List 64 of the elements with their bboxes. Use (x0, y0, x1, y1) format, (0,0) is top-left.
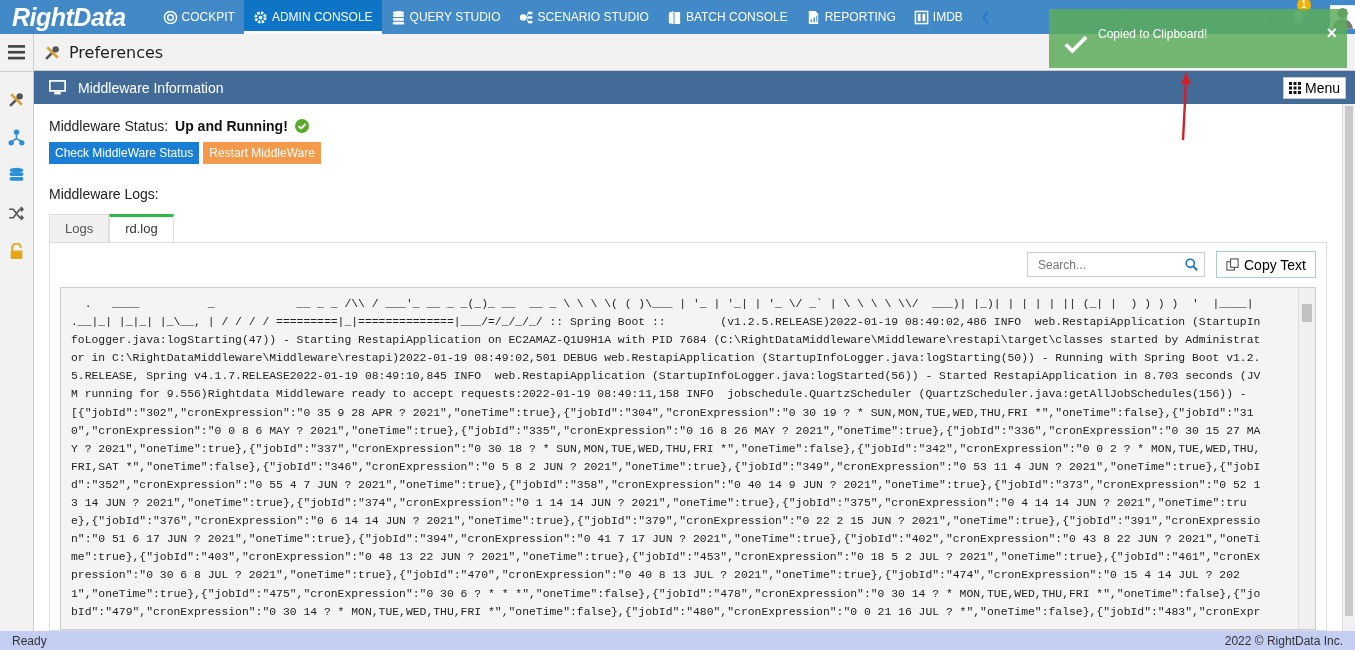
nav-tab[interactable]: IMDB (904, 0, 972, 34)
close-button[interactable]: × (1326, 23, 1337, 44)
radar-icon (162, 9, 178, 25)
log-line: FRI,SAT *","oneTime":false},{"jobId":"346","cronExpression":"0 5 8 2 JUN ? 2021","oneTime":true},{"jobId":"349","cronExpression":"0 53 11 4 JUN ? 2021","oneTime":true},{"jobI (71, 459, 1262, 475)
nav-tab[interactable]: BATCH CONSOLE (657, 0, 797, 34)
grid-icon (1288, 81, 1301, 94)
shuffle-icon[interactable] (8, 205, 25, 222)
nav-tab[interactable]: COCKPIT (153, 0, 244, 34)
status-label: Middleware Status: (49, 118, 169, 134)
log-line: 1","oneTime":true},{"jobId":"475","cronExpression":"0 30 6 ? * * *","oneTime":false},{"jobId":"478","cronExpression":"0 30 14 ? * MON,TUE,WED,THU,FRI *","oneTime":false},{"jo (71, 586, 1262, 602)
log-line: . ____ _ __ _ _ /\\ / ___'_ __ _ _(_)_ __ __ _ \ \ \ \( ( )\___ | '_ | '_| | '_ \/ _` | \ \ \ \ \\/ ___)| |_)| | | | | || (_| | ) ) ) ) ' |____| (83, 297, 1255, 312)
menu-icon[interactable] (8, 44, 25, 61)
action-button[interactable]: Restart MiddleWare (203, 142, 321, 164)
tools-icon[interactable] (8, 91, 25, 108)
log-line: d":"352","cronExpression":"0 55 4 7 JUN ? 2021","oneTime":true},{"jobId":"358","cronExpression":"0 40 14 9 JUN ? 2021","oneTime":true},{"jobId":"373","cronExpression":"0 52 1 (71, 477, 1262, 493)
copy-text-button[interactable]: Copy Text (1216, 251, 1316, 278)
columns-icon (913, 9, 929, 25)
log-line: pression":"0 30 6 8 JUL ? 2021","oneTime":true},{"jobId":"470","cronExpression":"0 40 8 13 JUL ? 2021","oneTime":true},{"jobId":"474","cronExpression":"0 15 4 14 JUL ? 202 (71, 568, 1241, 584)
nav-tab[interactable]: ADMIN CONSOLE (243, 0, 382, 34)
log-line: Y ? 2021","oneTime":true},{"jobId":"337","cronExpression":"0 30 18 ? * SUN,MON,TUE,WED,THU,FRI *","oneTime":false},{"jobId":"342","cronExpression":"0 0 2 ? * MON,TUE,WED,THU, (71, 441, 1262, 457)
scrollbar[interactable] (1298, 288, 1315, 629)
log-line: [{"jobId":"302","cronExpression":"0 35 9 28 APR ? 2021","oneTime":true},{"jobId":"304","cronExpression":"0 30 19 ? * SUN,MON,TUE,WED,THU,FRI *","oneTime":false},{"jobId":"31 (71, 405, 1255, 421)
menu-button[interactable]: Menu (1282, 76, 1346, 99)
logo[interactable]: RightData (0, 2, 154, 32)
log-line: .__|_| |_|_| |_\__, | / / / / =========|_|==============|___/=/_/_/_/ :: Spring Boot :: (v1.2.5.RELEASE)2022-01-19 08:49:02,486 INFO web.RestapiApplication (StartupIn (71, 315, 1262, 331)
log-line: or in C:\RightDataMiddleware\Middleware\restapi)2022-01-19 08:49:02,501 DEBUG web.RestapiApplication (StartupInfoLogger.java:logStarting(50)) - Running with Spring Boot v1.2. (71, 351, 1262, 367)
nav-tab[interactable]: SCENARIO STUDIO (509, 0, 658, 34)
log-tab[interactable]: Logs (49, 214, 110, 242)
database-icon (390, 9, 406, 25)
copy-icon (1226, 258, 1239, 271)
logs-label: Middleware Logs: (49, 186, 160, 202)
log-line: 3 14 JUN ? 2021","oneTime":true},{"jobId":"374","cronExpression":"0 1 14 14 JUN ? 2021","oneTime":true},{"jobId":"375","cronExpression":"0 4 14 14 JUN ? 2021","oneTime":tru (71, 496, 1248, 512)
log-line: M running for 9.556)Rightdata Middleware ready to accept requests:2022-01-19 08:49:11,158 INFO jobschedule.QuartzScheduler (QuartzScheduler.java:getAllJobSchedules(156)) - (71, 387, 1248, 403)
page-title: Preferences (69, 42, 164, 62)
tools-icon (44, 43, 61, 61)
log-line: 0","cronExpression":"0 0 8 6 MAY ? 2021","oneTime":true},{"jobId":"335","cronExpression":"0 16 8 26 MAY ? 2021","oneTime":true},{"jobId":"336","cronExpression":"0 30 15 27 MA (71, 423, 1262, 439)
book-icon (666, 9, 682, 25)
status-text: Ready (12, 633, 47, 648)
log-line: bId":"479","cronExpression":"0 30 14 ? * MON,TUE,WED,THU,FRI *","oneTime":false},{"jobId":"480","cronExpression":"0 0 21 16 JUL ? *","oneTime":false},{"jobId":"483","cronExpr (71, 604, 1262, 620)
copyright-text: 2022 © RightData Inc. (1224, 633, 1343, 648)
search-icon[interactable] (1185, 258, 1198, 271)
search-field[interactable]: Search... (1027, 252, 1205, 277)
status-value: Up and Running! (175, 118, 288, 134)
log-line: me":true},{"jobId":"403","cronExpression":"0 48 13 22 JUN ? 2021","oneTime":true},{"jobId":"453","cronExpression":"0 18 5 2 JUL ? 2021","oneTime":true},{"jobId":"461","cronEx (71, 550, 1262, 566)
log-tab[interactable]: rd.log (109, 214, 174, 242)
log-line: n":"0 51 6 17 JUN ? 2021","oneTime":true},{"jobId":"394","cronExpression":"0 41 7 17 JUN ? 2021","oneTime":true},{"jobId":"402","cronExpression":"0 43 8 22 JUN ? 2021","oneTi (71, 532, 1262, 548)
check-circle-icon (294, 119, 309, 133)
monitor-icon (49, 80, 66, 95)
action-button[interactable]: Check MiddleWare Status (49, 142, 200, 164)
nav-tab[interactable]: REPORTING (796, 0, 905, 34)
toast-message: Copied to Clipboard! (1098, 27, 1209, 41)
log-line: e},{"jobId":"376","cronExpression":"0 6 14 14 JUN ? 2021","oneTime":true},{"jobId":"379","cronExpression":"0 22 2 15 JUN ? 2021","oneTime":true},{"jobId":"391","cronExpressio (71, 514, 1262, 530)
database-icon[interactable] (8, 167, 25, 184)
page-scrollbar[interactable] (1342, 104, 1355, 631)
check-icon (1064, 35, 1088, 54)
network-icon[interactable] (8, 129, 25, 146)
lock-icon[interactable] (8, 243, 25, 260)
gear-icon (252, 9, 268, 25)
panel-title: Middleware Information (78, 79, 225, 96)
annotation-arrow (1178, 70, 1192, 142)
nav-tab[interactable]: QUERY STUDIO (381, 0, 510, 34)
log-line: 5.RELEASE, Spring v4.1.7.RELEASE2022-01-19 08:49:10,845 INFO web.RestapiApplication (StartupInfoLogger.java:logStarted(56)) - Started RestapiApplication in 8.703 seconds (JV (71, 369, 1262, 385)
log-line: foLogger.java:logStarting(47)) - Starting RestapiApplication on EC2AMAZ-Q1U9H1A with PID 7684 (C:\RightDataMiddleware\Middleware\restapi\target\classes started by Administrat (71, 333, 1262, 349)
flow-icon (518, 9, 534, 25)
